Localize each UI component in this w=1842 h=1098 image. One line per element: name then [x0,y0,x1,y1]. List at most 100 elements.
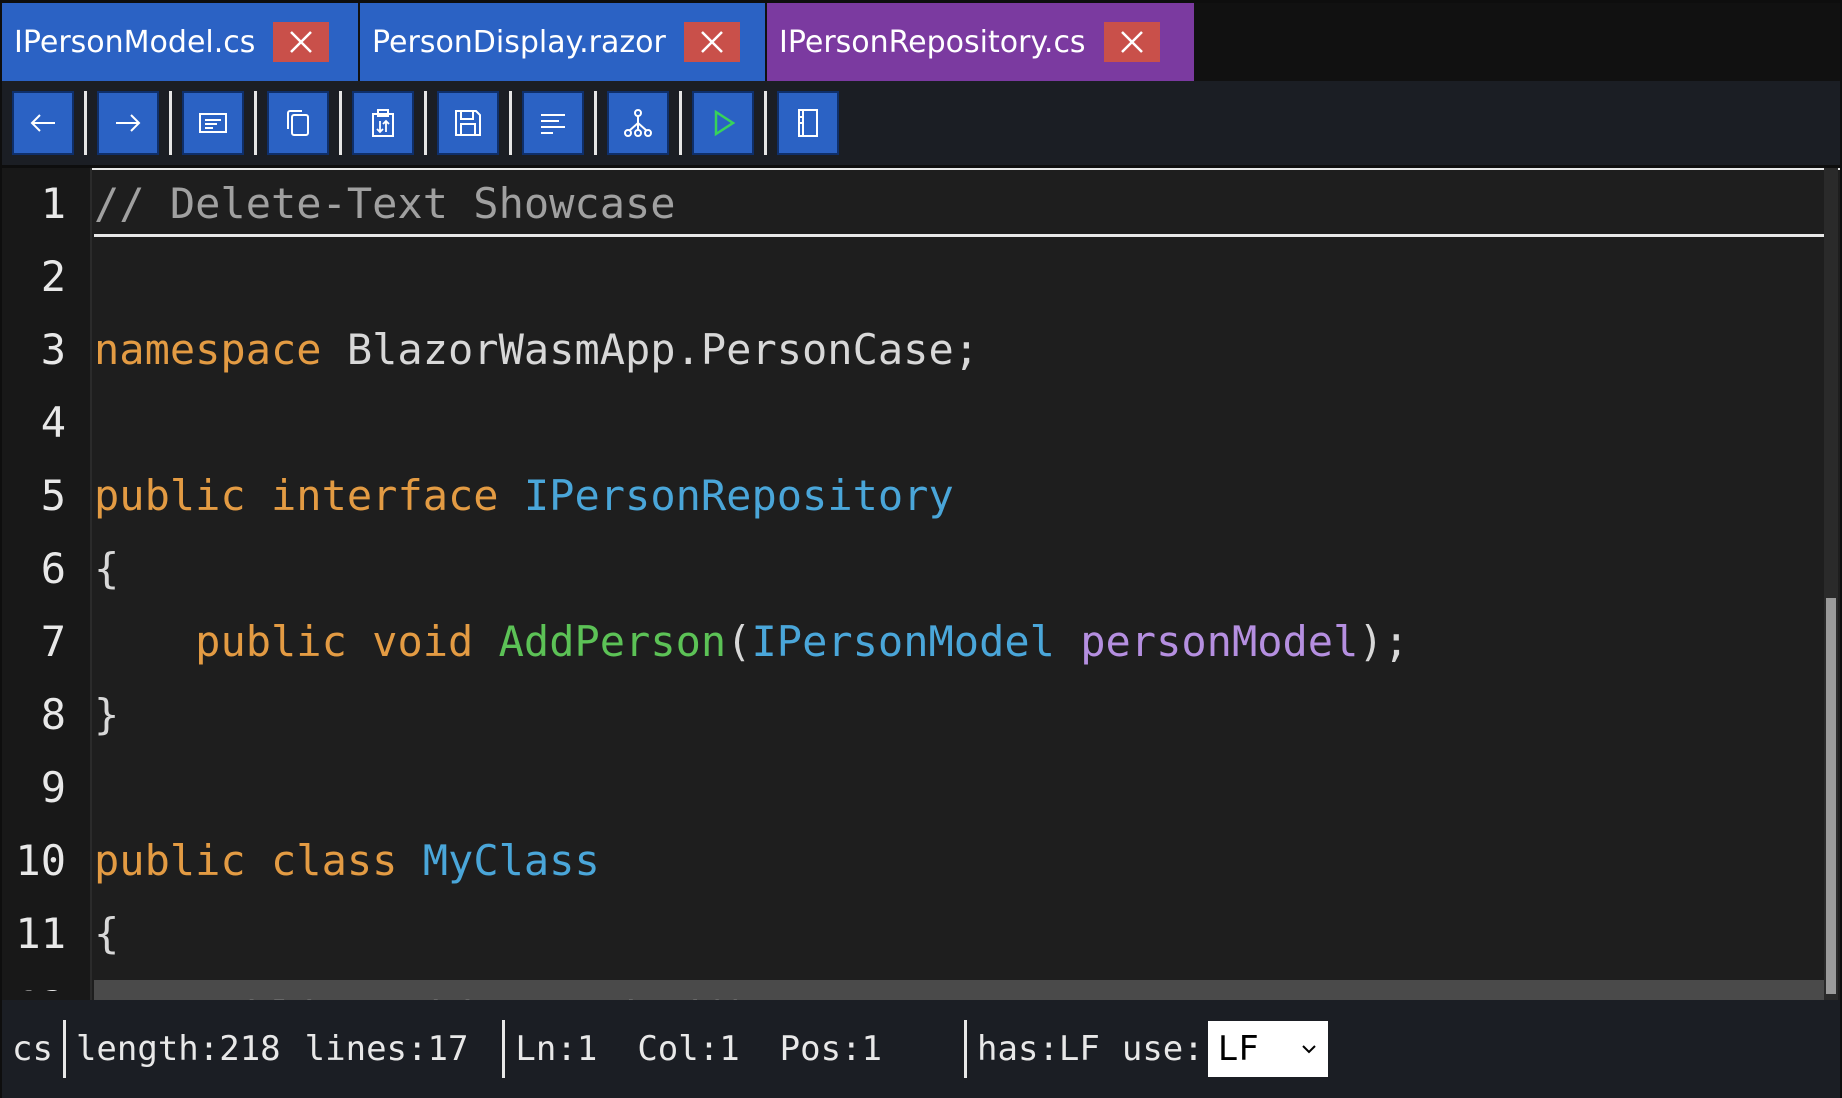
line-position: Ln:1 [515,1029,598,1069]
arrow-right-icon [116,114,141,132]
status-divider [62,1020,66,1078]
tab-bar: IPersonModel.cs PersonDisplay.razor IPer… [2,3,1840,81]
text-button[interactable] [182,91,244,155]
code-token: } [94,690,120,739]
toolbar-divider [424,91,427,155]
code-line: public void AddPerson(IPersonModel perso… [94,605,1409,678]
clipboard-icon [372,109,394,137]
line-number: 11 [15,909,66,958]
line-number: 8 [40,690,66,739]
code-token: AddPerson [498,617,727,666]
toolbar-divider [509,91,512,155]
arrow-left-icon [30,114,55,132]
code-line: } [94,678,119,751]
tab-label: IPersonRepository.cs [779,24,1086,60]
language-label: cs [12,1029,53,1069]
format-button[interactable] [522,91,584,155]
code-token: personModel [1080,617,1359,666]
chevron-down-icon [1302,1045,1316,1054]
code-line: namespace BlazorWasmApp.PersonCase; [94,313,979,386]
code-token: void [372,992,473,1000]
close-tab-button[interactable] [1103,22,1160,62]
close-tab-button[interactable] [683,22,740,62]
tab-label: PersonDisplay.razor [372,24,666,60]
code-line: public interface IPersonRepository [94,459,954,532]
code-area[interactable]: // Delete-Text Showcase namespace BlazorW… [94,168,1830,1000]
toolbar-divider [339,91,342,155]
line-number: 9 [40,763,66,812]
char-position: Pos:1 [779,1029,883,1069]
save-button[interactable] [437,91,499,155]
code-token: public [94,471,246,520]
code-token: { [94,909,120,958]
text-box-icon [199,113,227,133]
run-button[interactable] [692,91,754,155]
toolbar-divider [679,91,682,155]
code-line: { [94,532,119,605]
panel-button[interactable] [777,91,839,155]
line-ending-select[interactable]: LF [1207,1021,1328,1077]
status-divider [502,1020,506,1078]
vertical-scrollbar[interactable] [1824,168,1838,1000]
hierarchy-icon [624,109,652,137]
code-editor[interactable]: 123456789101112 // Delete-Text Showcasen… [2,168,1840,1000]
code-token: ); [1358,617,1409,666]
play-icon [714,109,736,137]
scrollbar-thumb[interactable] [1826,598,1836,994]
code-token: ( [726,617,752,666]
close-tab-button[interactable] [273,22,330,62]
tab-persondisplay[interactable]: PersonDisplay.razor [360,3,765,81]
code-token: public [195,992,347,1000]
toolbar [2,81,1840,165]
length-label: length:218 [75,1029,281,1069]
back-button[interactable] [12,91,74,155]
line-number: 5 [40,471,66,520]
code-line: // Delete-Text Showcase [94,168,676,240]
line-number: 6 [40,544,66,593]
code-line: public void MyMethod() [94,980,752,1000]
toolbar-divider [594,91,597,155]
tab-label: IPersonModel.cs [14,24,256,60]
code-token: () [701,992,752,1000]
tab-ipersonrepository[interactable]: IPersonRepository.cs [767,3,1194,81]
lines-label: lines:17 [304,1029,469,1069]
tab-ipersonmodel[interactable]: IPersonModel.cs [2,3,358,81]
code-token: { [94,544,120,593]
column-position: Col:1 [637,1029,740,1069]
code-token: // Delete-Text Showcase [94,179,676,228]
tree-button[interactable] [607,91,669,155]
paste-button[interactable] [352,91,414,155]
close-icon [290,31,313,53]
code-token: namespace [94,325,322,374]
line-number: 4 [40,398,66,447]
toolbar-divider [764,91,767,155]
line-ending-value: LF [1217,1029,1259,1069]
code-token: public [94,836,246,885]
toolbar-divider [84,91,87,155]
copy-button[interactable] [267,91,329,155]
code-token: IPersonRepository [523,471,954,520]
status-divider [964,1020,968,1078]
line-number-gutter: 123456789101112 [2,168,92,1000]
line-number: 7 [40,617,66,666]
forward-button[interactable] [97,91,159,155]
line-number: 12 [15,970,66,991]
line-number: 10 [15,836,66,885]
line-number: 2 [40,252,66,301]
code-token: BlazorWasmApp.PersonCase; [321,325,980,374]
status-bar: cs length:218 lines:17 Ln:1 Col:1 Pos:1 … [2,1000,1840,1098]
code-token: class [271,836,398,885]
has-line-ending: has:LF [977,1029,1100,1069]
code-token: void [372,617,474,666]
code-line: { [94,897,119,970]
copy-icon [287,110,309,136]
